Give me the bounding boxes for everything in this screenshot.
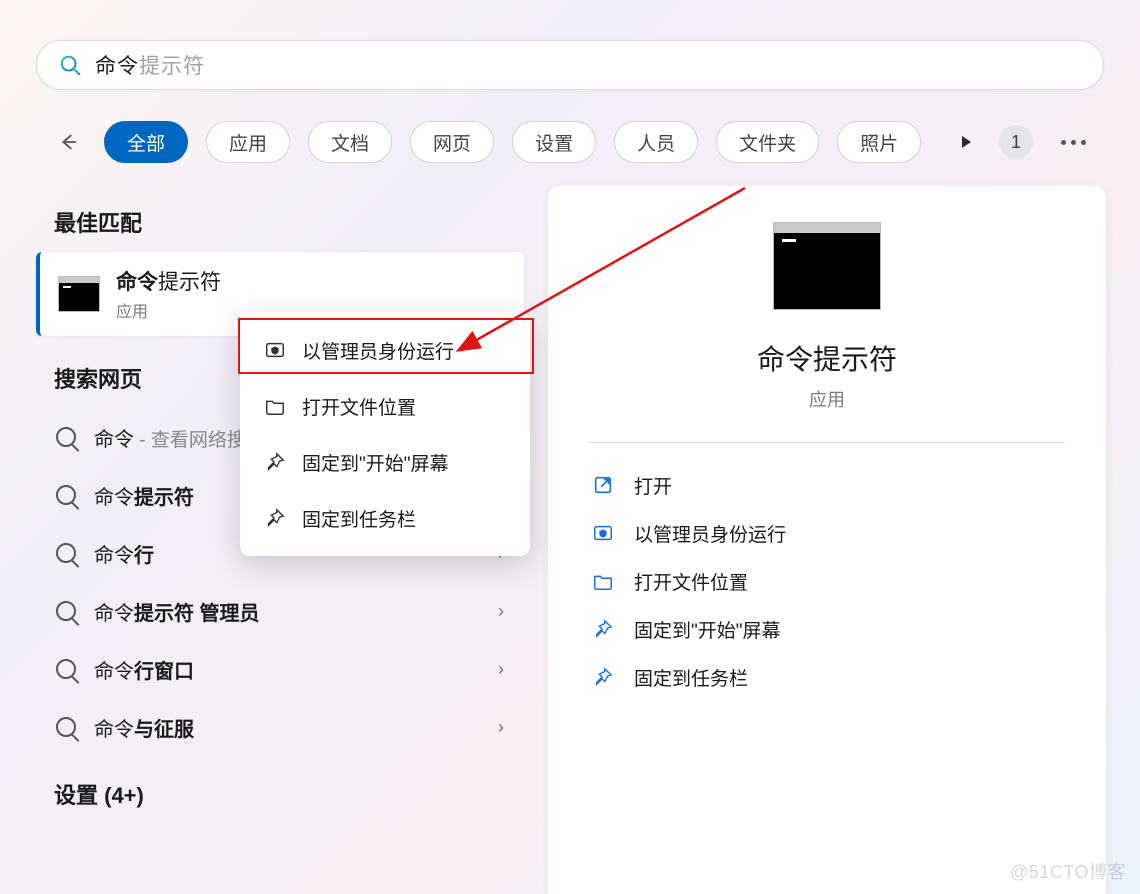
- web-result-label: 命令 - 查看网络搜: [94, 423, 246, 452]
- action-label: 打开文件位置: [634, 568, 748, 595]
- action-open-location[interactable]: 打开文件位置: [588, 557, 1066, 605]
- filter-folders[interactable]: 文件夹: [716, 121, 819, 163]
- search-query: 命令提示符: [95, 50, 205, 80]
- search-icon: [56, 659, 76, 679]
- search-icon: [56, 485, 76, 505]
- search-icon: [56, 601, 76, 621]
- action-run-as-admin[interactable]: 以管理员身份运行: [588, 509, 1066, 557]
- filter-all[interactable]: 全部: [104, 121, 188, 163]
- divider: [588, 442, 1066, 443]
- filter-photos[interactable]: 照片: [837, 121, 921, 163]
- ctx-label: 固定到任务栏: [302, 505, 416, 532]
- action-label: 以管理员身份运行: [634, 520, 786, 547]
- folder-icon: [264, 395, 286, 417]
- action-open[interactable]: 打开: [588, 461, 1066, 509]
- chevron-right-icon: ›: [498, 717, 504, 738]
- web-result-label: 命令行窗口: [94, 655, 194, 684]
- chevron-right-icon: ›: [498, 601, 504, 622]
- pin-icon: [592, 618, 614, 640]
- settings-header: 设置 (4+): [54, 778, 506, 810]
- app-subtitle: 应用: [588, 386, 1066, 412]
- filter-apps[interactable]: 应用: [206, 121, 290, 163]
- action-label: 固定到任务栏: [634, 664, 748, 691]
- web-result[interactable]: 命令行窗口 ›: [36, 640, 524, 698]
- search-icon: [56, 717, 76, 737]
- app-title: 命令提示符: [588, 338, 1066, 378]
- chevron-right-icon: ›: [498, 659, 504, 680]
- ctx-pin-taskbar[interactable]: 固定到任务栏: [246, 490, 524, 546]
- play-icon[interactable]: [962, 136, 971, 148]
- filter-people[interactable]: 人员: [614, 121, 698, 163]
- search-icon: [56, 427, 76, 447]
- pin-icon: [264, 451, 286, 473]
- ctx-pin-start[interactable]: 固定到"开始"屏幕: [246, 434, 524, 490]
- web-result[interactable]: 命令与征服 ›: [36, 698, 524, 756]
- web-result-label: 命令提示符: [94, 481, 194, 510]
- watermark: @51CTO博客: [1010, 858, 1126, 884]
- pin-icon: [592, 666, 614, 688]
- action-label: 固定到"开始"屏幕: [634, 616, 781, 643]
- ctx-open-location[interactable]: 打开文件位置: [246, 378, 524, 434]
- action-pin-taskbar[interactable]: 固定到任务栏: [588, 653, 1066, 701]
- shield-icon: [592, 522, 614, 544]
- filter-settings[interactable]: 设置: [512, 121, 596, 163]
- open-icon: [592, 474, 614, 496]
- ctx-label: 打开文件位置: [302, 393, 416, 420]
- search-icon: [59, 54, 81, 76]
- filter-docs[interactable]: 文档: [308, 121, 392, 163]
- filter-web[interactable]: 网页: [410, 121, 494, 163]
- search-bar[interactable]: 命令提示符: [36, 40, 1104, 90]
- action-pin-start[interactable]: 固定到"开始"屏幕: [588, 605, 1066, 653]
- ctx-run-as-admin[interactable]: 以管理员身份运行: [246, 322, 524, 378]
- best-match-title: 命令提示符: [116, 266, 221, 296]
- shield-icon: [264, 339, 286, 361]
- folder-icon: [592, 570, 614, 592]
- best-match-subtitle: 应用: [116, 298, 221, 322]
- search-icon: [56, 543, 76, 563]
- web-result-label: 命令行: [94, 539, 154, 568]
- best-match-header: 最佳匹配: [54, 206, 506, 238]
- pin-icon: [264, 507, 286, 529]
- count-badge[interactable]: 1: [999, 125, 1033, 159]
- context-menu: 以管理员身份运行 打开文件位置 固定到"开始"屏幕 固定到任务栏: [240, 312, 530, 556]
- app-thumbnail: [773, 222, 881, 310]
- ctx-label: 以管理员身份运行: [302, 337, 454, 364]
- web-result[interactable]: 命令提示符 管理员 ›: [36, 582, 524, 640]
- filter-bar: 全部 应用 文档 网页 设置 人员 文件夹 照片 1: [54, 120, 1086, 164]
- cmd-icon: [58, 276, 100, 312]
- web-result-label: 命令提示符 管理员: [94, 597, 260, 626]
- back-button[interactable]: [54, 128, 82, 156]
- more-icon[interactable]: [1061, 140, 1086, 145]
- action-label: 打开: [634, 472, 672, 499]
- web-result-label: 命令与征服: [94, 713, 194, 742]
- ctx-label: 固定到"开始"屏幕: [302, 449, 449, 476]
- details-panel: 命令提示符 应用 打开 以管理员身份运行 打开文件位置 固定到"开始"屏幕 固定…: [548, 186, 1106, 894]
